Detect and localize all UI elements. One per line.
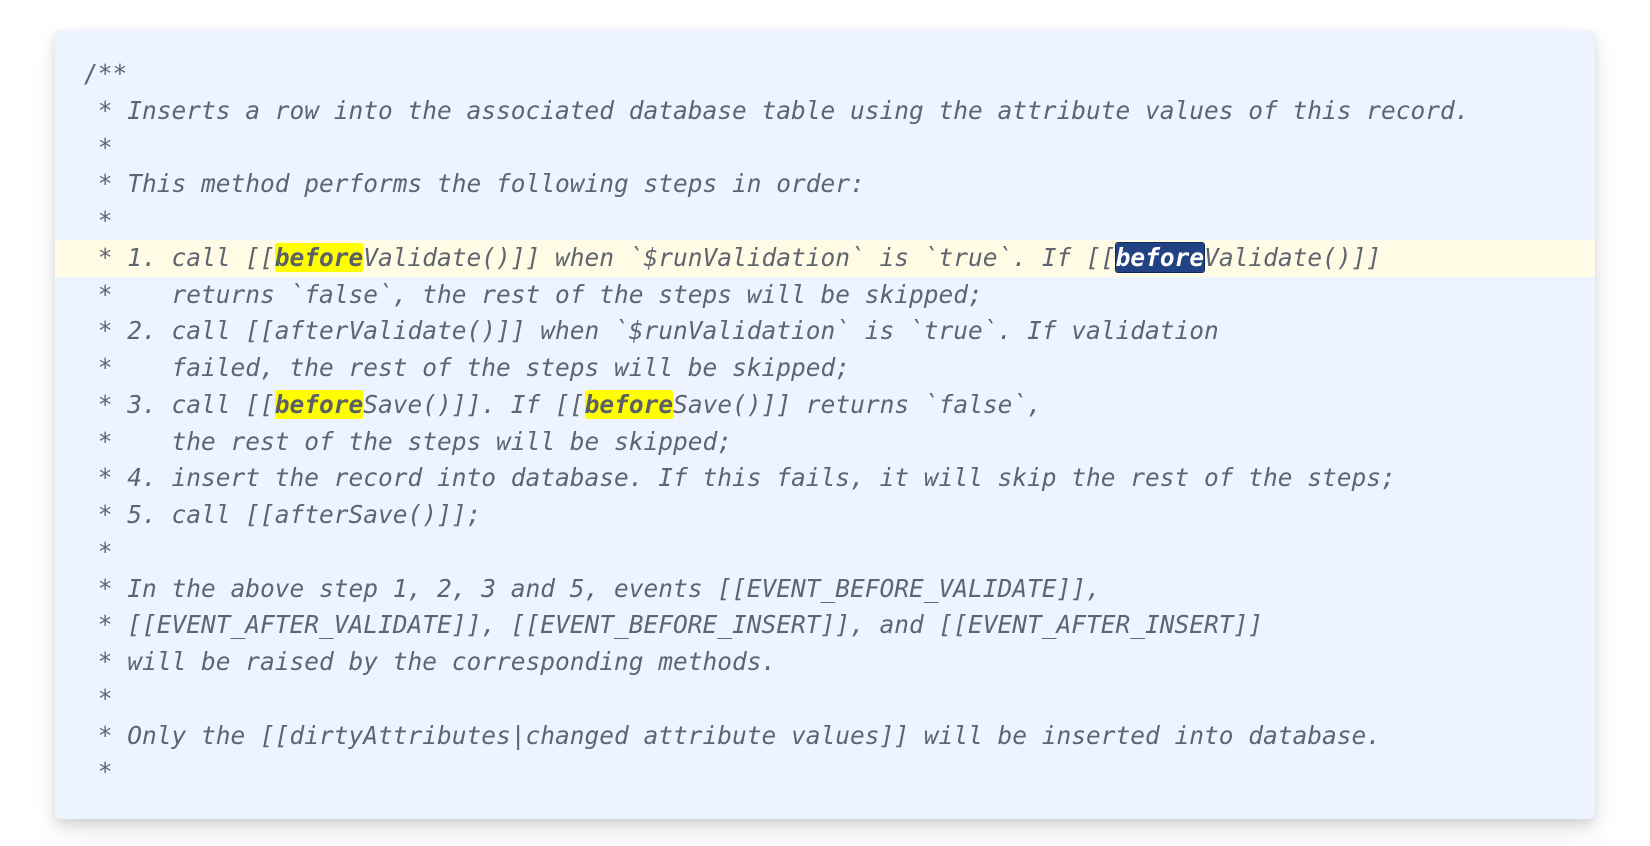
code-text: * <box>83 316 127 345</box>
code-line[interactable]: * 3. call [[beforeSave()]]. If [[beforeS… <box>55 387 1595 424</box>
code-text: * <box>83 463 127 492</box>
code-text: * <box>83 427 172 456</box>
code-text: 4. insert the record into database. If t… <box>127 463 1396 492</box>
code-text: * <box>83 353 172 382</box>
code-text: 3. call [[ <box>127 390 275 419</box>
search-match: before <box>275 243 364 272</box>
code-text: Validate()]] <box>1204 243 1381 272</box>
code-line[interactable]: * <box>55 754 1595 791</box>
code-text: * <box>83 96 127 125</box>
code-text: * <box>83 537 113 566</box>
code-text: * <box>83 684 113 713</box>
code-line[interactable]: * returns `false`, the rest of the steps… <box>55 277 1595 314</box>
code-text: Validate()]] when `$runValidation` is `t… <box>363 243 1115 272</box>
page: /** * Inserts a row into the associated … <box>0 0 1650 846</box>
code-text: * <box>83 206 113 235</box>
code-line[interactable]: * <box>55 681 1595 718</box>
code-text: returns `false`, the rest of the steps w… <box>172 280 983 309</box>
code-line[interactable]: * Inserts a row into the associated data… <box>55 93 1595 130</box>
code-line[interactable]: * will be raised by the corresponding me… <box>55 644 1595 681</box>
code-text: * <box>83 133 113 162</box>
code-text: * <box>83 500 127 529</box>
code-text: * <box>83 390 127 419</box>
code-text: [[EVENT_AFTER_VALIDATE]], [[EVENT_BEFORE… <box>127 610 1263 639</box>
code-line[interactable]: * 5. call [[afterSave()]]; <box>55 497 1595 534</box>
code-text: In the above step 1, 2, 3 and 5, events … <box>127 574 1101 603</box>
code-line[interactable]: * In the above step 1, 2, 3 and 5, event… <box>55 571 1595 608</box>
code-line[interactable]: * 2. call [[afterValidate()]] when `$run… <box>55 313 1595 350</box>
code-text: 5. call [[afterSave()]]; <box>127 500 481 529</box>
code-text: Save()]] returns `false`, <box>673 390 1042 419</box>
code-text: * <box>83 574 127 603</box>
code-text: 2. call [[afterValidate()]] when `$runVa… <box>127 316 1219 345</box>
code-line[interactable]: * 4. insert the record into database. If… <box>55 460 1595 497</box>
code-line[interactable]: * [[EVENT_AFTER_VALIDATE]], [[EVENT_BEFO… <box>55 607 1595 644</box>
code-text: * <box>83 610 127 639</box>
code-line[interactable]: * 1. call [[beforeValidate()]] when `$ru… <box>55 240 1595 277</box>
search-match: before <box>275 390 364 419</box>
code-text: * <box>83 169 127 198</box>
code-line[interactable]: * the rest of the steps will be skipped; <box>55 424 1595 461</box>
code-line[interactable]: * This method performs the following ste… <box>55 166 1595 203</box>
code-text: Only the [[dirtyAttributes|changed attri… <box>127 721 1381 750</box>
code-text: Inserts a row into the associated databa… <box>127 96 1469 125</box>
code-text: This method performs the following steps… <box>127 169 865 198</box>
search-match-selected: before <box>1116 243 1205 272</box>
code-text: failed, the rest of the steps will be sk… <box>172 353 851 382</box>
code-line[interactable]: * <box>55 203 1595 240</box>
code-text: * <box>83 280 172 309</box>
code-line[interactable]: /** <box>55 56 1595 93</box>
code-text: * <box>83 243 127 272</box>
code-text: /** <box>83 59 127 88</box>
code-line[interactable]: * failed, the rest of the steps will be … <box>55 350 1595 387</box>
code-block[interactable]: /** * Inserts a row into the associated … <box>55 30 1595 819</box>
code-line[interactable]: * <box>55 130 1595 167</box>
code-line[interactable]: * Only the [[dirtyAttributes|changed att… <box>55 718 1595 755</box>
code-text: 1. call [[ <box>127 243 275 272</box>
code-text: the rest of the steps will be skipped; <box>172 427 733 456</box>
code-text: * <box>83 757 113 786</box>
code-text: Save()]]. If [[ <box>363 390 584 419</box>
search-match: before <box>585 390 674 419</box>
code-text: * <box>83 721 127 750</box>
code-text: will be raised by the corresponding meth… <box>127 647 776 676</box>
code-text: * <box>83 647 127 676</box>
code-line[interactable]: * <box>55 534 1595 571</box>
